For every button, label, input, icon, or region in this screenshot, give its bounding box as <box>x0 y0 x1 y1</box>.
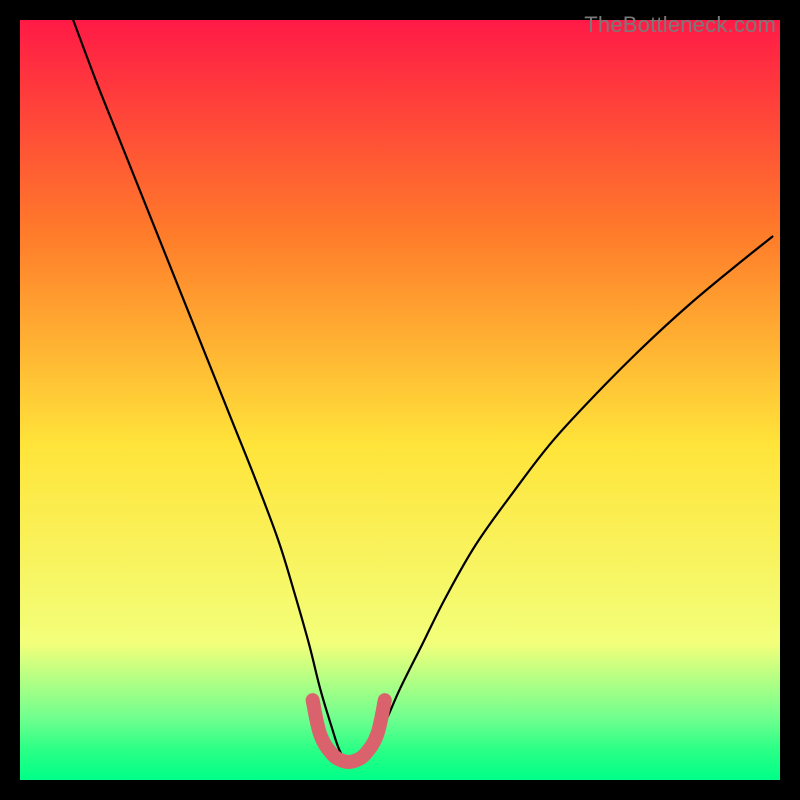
bottleneck-chart <box>20 20 780 780</box>
plot-area <box>20 20 780 780</box>
gradient-background <box>20 20 780 780</box>
outer-frame: TheBottleneck.com <box>10 10 790 790</box>
watermark-text: TheBottleneck.com <box>584 12 776 38</box>
